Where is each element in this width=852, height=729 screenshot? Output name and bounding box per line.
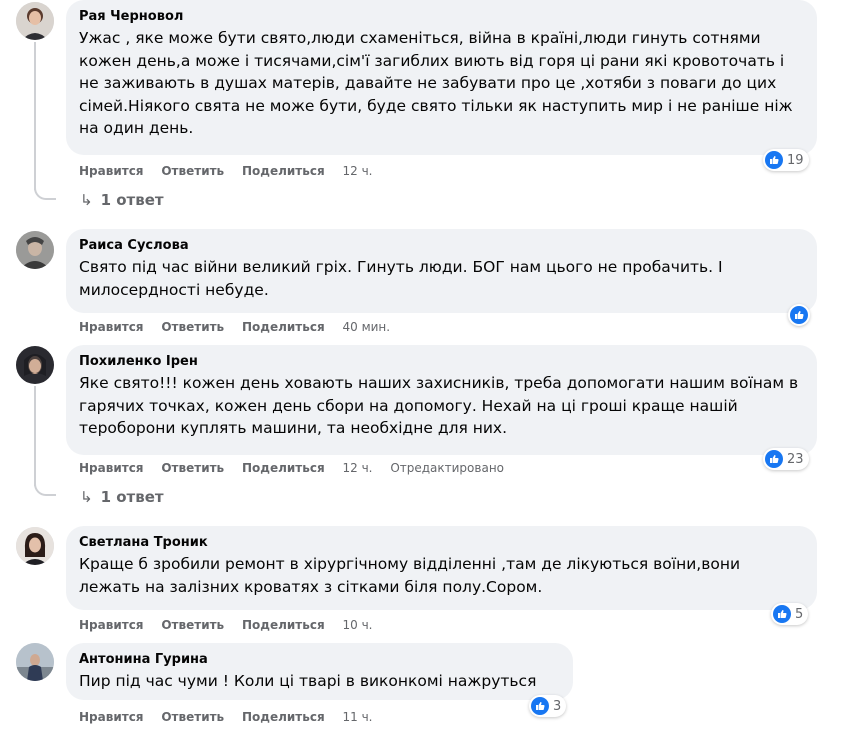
like-icon	[790, 306, 808, 324]
reaction-count[interactable]: 5	[771, 603, 809, 625]
share-button[interactable]: Поделиться	[242, 320, 325, 334]
comment-author[interactable]: Антонина Гурина	[79, 651, 560, 669]
comment-actions: Нравится Ответить Поделиться 12 ч. Отред…	[79, 461, 518, 475]
reaction-number: 3	[553, 698, 562, 714]
replies-count: 1 ответ	[100, 191, 164, 209]
reaction-count[interactable]	[788, 304, 810, 326]
comment-bubble: Рая Черновол Ужас , яке може бути свято,…	[66, 0, 817, 155]
avatar[interactable]	[16, 527, 54, 565]
comment-text: Яке свято!!! кожен день ховають наших за…	[79, 374, 799, 437]
avatar[interactable]	[16, 346, 54, 384]
like-button[interactable]: Нравится	[79, 320, 144, 334]
like-icon	[765, 151, 783, 169]
reply-arrow-icon: ↳	[80, 191, 93, 209]
reply-button[interactable]: Ответить	[161, 461, 224, 475]
comment-bubble: Раиса Суслова Свято під час війни велики…	[66, 229, 817, 313]
edited-label: Отредактировано	[390, 461, 505, 475]
comment-text: Краще б зробили ремонт в хірургічному ві…	[79, 555, 741, 596]
timestamp[interactable]: 11 ч.	[342, 710, 372, 724]
comment-bubble: Светлана Троник Краще б зробили ремонт в…	[66, 526, 817, 610]
like-button[interactable]: Нравится	[79, 461, 144, 475]
comment-actions: Нравится Ответить Поделиться 12 ч.	[79, 164, 386, 178]
share-button[interactable]: Поделиться	[242, 710, 325, 724]
like-icon	[773, 605, 791, 623]
timestamp[interactable]: 12 ч.	[342, 164, 372, 178]
thread-connector	[34, 186, 56, 200]
reaction-count[interactable]: 23	[763, 448, 809, 470]
comment-text: Ужас , яке може бути свято,люди схаменіт…	[79, 29, 793, 137]
avatar[interactable]	[16, 643, 54, 681]
reply-button[interactable]: Ответить	[161, 618, 224, 632]
reaction-number: 23	[787, 451, 804, 467]
comment-bubble: Похиленко Ірен Яке свято!!! кожен день х…	[66, 345, 817, 455]
comment-author[interactable]: Похиленко Ірен	[79, 353, 804, 371]
comment-text: Свято під час війни великий гріх. Гинуть…	[79, 258, 723, 299]
avatar[interactable]	[16, 231, 54, 269]
thread-line	[34, 386, 36, 486]
reply-button[interactable]: Ответить	[161, 164, 224, 178]
reaction-number: 19	[787, 152, 804, 168]
comment-actions: Нравится Ответить Поделиться 10 ч.	[79, 618, 386, 632]
comment-text: Пир під час чуми ! Коли ці тварі в викон…	[79, 672, 537, 690]
avatar[interactable]	[16, 2, 54, 40]
like-button[interactable]: Нравится	[79, 618, 144, 632]
share-button[interactable]: Поделиться	[242, 164, 325, 178]
comment-author[interactable]: Светлана Троник	[79, 534, 804, 552]
comment-bubble: Антонина Гурина Пир під час чуми ! Коли …	[66, 643, 573, 700]
share-button[interactable]: Поделиться	[242, 618, 325, 632]
reply-button[interactable]: Ответить	[161, 320, 224, 334]
reaction-count[interactable]: 3	[529, 695, 567, 717]
view-replies-link[interactable]: ↳ 1 ответ	[80, 488, 164, 506]
comment-actions: Нравится Ответить Поделиться 40 мин.	[79, 320, 404, 334]
timestamp[interactable]: 40 мин.	[342, 320, 390, 334]
replies-count: 1 ответ	[100, 488, 164, 506]
thread-connector	[34, 482, 56, 496]
reaction-count[interactable]: 19	[763, 149, 809, 171]
like-button[interactable]: Нравится	[79, 164, 144, 178]
comment-author[interactable]: Рая Черновол	[79, 8, 804, 26]
like-icon	[531, 697, 549, 715]
comment-author[interactable]: Раиса Суслова	[79, 237, 804, 255]
thread-line	[34, 42, 36, 190]
comment-actions: Нравится Ответить Поделиться 11 ч.	[79, 710, 386, 724]
like-icon	[765, 450, 783, 468]
view-replies-link[interactable]: ↳ 1 ответ	[80, 191, 164, 209]
timestamp[interactable]: 12 ч.	[342, 461, 372, 475]
timestamp[interactable]: 10 ч.	[342, 618, 372, 632]
reaction-number: 5	[795, 606, 804, 622]
like-button[interactable]: Нравится	[79, 710, 144, 724]
reply-arrow-icon: ↳	[80, 488, 93, 506]
reply-button[interactable]: Ответить	[161, 710, 224, 724]
share-button[interactable]: Поделиться	[242, 461, 325, 475]
